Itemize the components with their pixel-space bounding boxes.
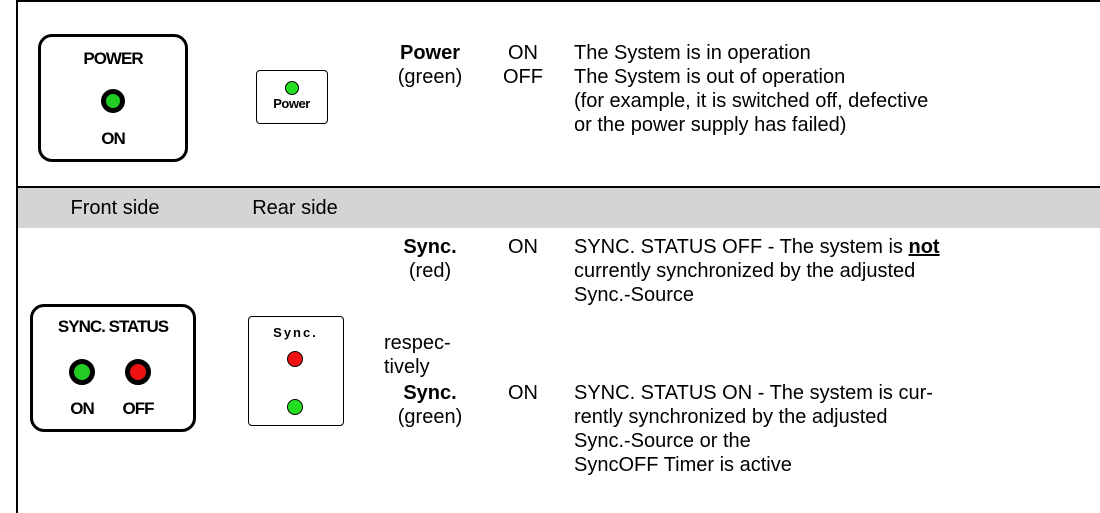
sync-red-name: Sync.	[403, 236, 457, 258]
respectively-line-1: respec-	[384, 332, 451, 354]
sync-front-panel: SYNC. STATUS ON OFF	[30, 304, 196, 432]
power-front-panel: POWER ON	[38, 34, 188, 162]
sync-rear-label: Sync.	[273, 325, 318, 340]
sync-red-desc-1: SYNC. STATUS OFF - The system is not	[574, 234, 940, 260]
power-desc-3: (for example, it is switched off, defect…	[574, 90, 929, 112]
sync-green-name: Sync.	[403, 382, 457, 404]
power-name: Power	[399, 42, 461, 64]
power-front-top-label: POWER	[83, 49, 143, 68]
power-color: (green)	[397, 66, 463, 88]
power-desc-2: The System is out of operation	[574, 66, 846, 88]
sync-rear-red-led-icon	[287, 351, 303, 367]
sync-green-desc-1: SYNC. STATUS ON - The system is cur-	[574, 382, 933, 404]
sync-on-led-icon	[69, 359, 95, 385]
sync-rear-green-led-icon	[287, 399, 303, 415]
power-rear-label: Power	[273, 96, 310, 111]
sync-red-desc-3: Sync.-Source	[574, 284, 695, 306]
sync-red-color: (red)	[408, 260, 452, 282]
respectively-line-2: tively	[384, 356, 430, 378]
power-front-bottom-label: ON	[101, 129, 126, 148]
sync-red-desc-emphasis: not	[908, 236, 940, 258]
sync-green-state: ON	[508, 382, 538, 404]
sync-green-desc-2: rently synchronized by the adjusted	[574, 406, 888, 428]
front-side-label: Front side	[70, 197, 160, 219]
power-desc-4: or the power supply has failed)	[574, 114, 847, 136]
sync-green-desc-3: Sync.-Source or the	[574, 430, 751, 452]
power-state-off: OFF	[503, 66, 543, 88]
power-led-icon	[101, 89, 125, 113]
sync-red-desc-2: currently synchronized by the adjusted	[574, 260, 916, 282]
power-rear-panel: Power	[256, 70, 328, 124]
power-desc-1: The System is in operation	[574, 42, 811, 64]
rear-side-label: Rear side	[252, 197, 338, 219]
sync-front-off-label: OFF	[122, 399, 155, 418]
sync-red-state: ON	[508, 236, 538, 258]
sync-red-desc-1-prefix: SYNC. STATUS OFF - The system is	[574, 236, 909, 258]
sync-off-led-icon	[125, 359, 151, 385]
power-state-on: ON	[508, 42, 538, 64]
sync-front-top-label: SYNC. STATUS	[57, 317, 169, 336]
sync-green-color: (green)	[397, 406, 463, 428]
power-rear-led-icon	[285, 81, 299, 95]
sync-front-on-label: ON	[70, 399, 95, 418]
sync-green-desc-4: SyncOFF Timer is active	[574, 454, 792, 476]
sync-rear-panel: Sync.	[248, 316, 344, 426]
